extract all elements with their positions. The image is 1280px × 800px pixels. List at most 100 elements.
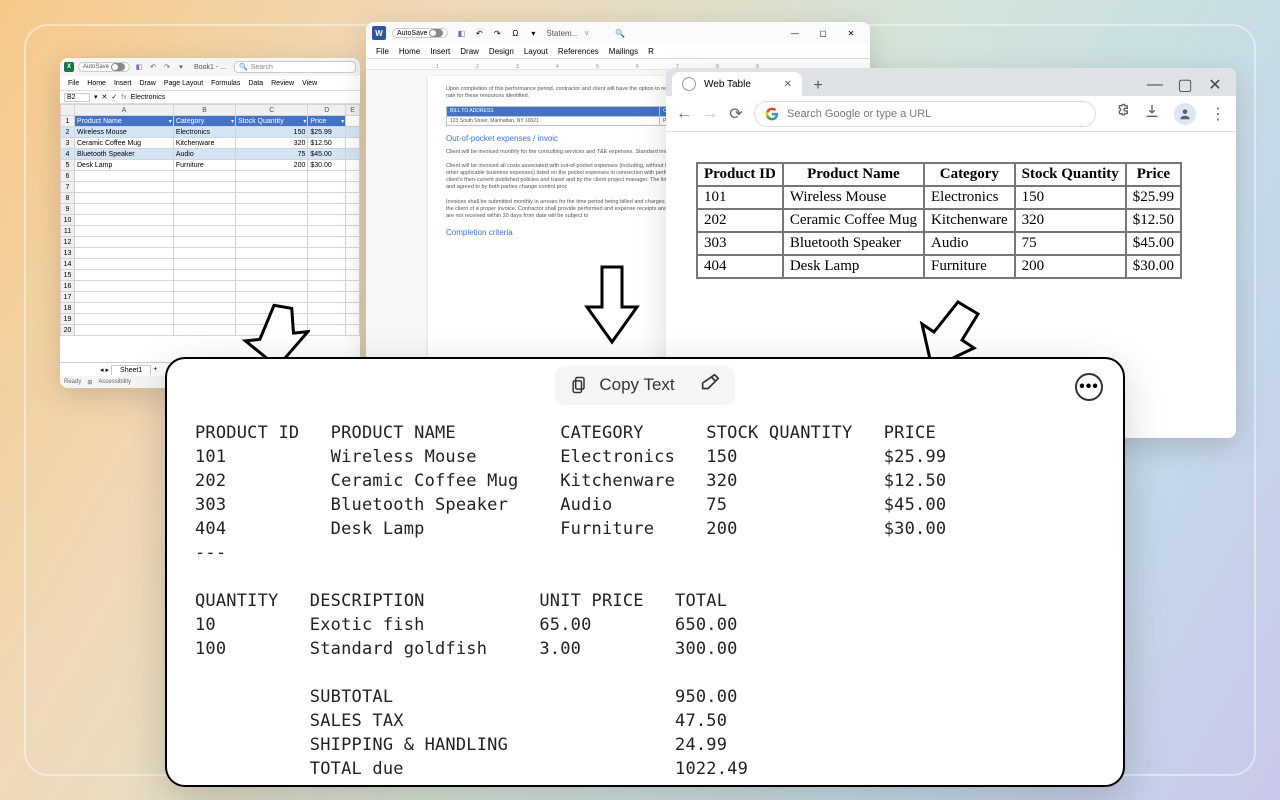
close-tab-icon[interactable]: ✕ bbox=[784, 79, 792, 90]
sheet-tab[interactable]: Sheet1 bbox=[111, 365, 151, 375]
dropdown-icon[interactable]: ▾ bbox=[94, 93, 98, 101]
spreadsheet-grid[interactable]: ABCDE 1 Product Name Category Stock Quan… bbox=[60, 104, 360, 336]
svg-text:4: 4 bbox=[556, 64, 559, 70]
search-icon[interactable]: 🔍 bbox=[615, 29, 625, 38]
undo-icon[interactable]: ↶ bbox=[472, 26, 486, 40]
ribbon-tab[interactable]: Review bbox=[271, 80, 294, 87]
dropdown-icon[interactable]: ▾ bbox=[526, 26, 540, 40]
check-icon[interactable]: ✓ bbox=[111, 93, 117, 101]
table-cell: 303 bbox=[697, 232, 783, 255]
extracted-text[interactable]: PRODUCT ID PRODUCT NAME CATEGORY STOCK Q… bbox=[167, 411, 1123, 781]
redo-icon[interactable]: ↷ bbox=[162, 62, 172, 72]
maximize-icon[interactable]: ▢ bbox=[810, 24, 836, 42]
next-sheet-icon[interactable]: ▸ bbox=[106, 366, 110, 374]
autosave-toggle[interactable]: AutoSave bbox=[392, 28, 448, 38]
menu-icon[interactable]: ⋮ bbox=[1210, 104, 1226, 124]
table-row: 404Desk LampFurniture200$30.00 bbox=[697, 255, 1181, 278]
profile-avatar-icon[interactable] bbox=[1174, 103, 1196, 125]
copy-text-button[interactable]: Copy Text bbox=[555, 366, 734, 405]
ribbon-tab[interactable]: Draw bbox=[460, 47, 479, 56]
excel-titlebar: X AutoSave ◧ ↶ ↷ ▾ Book1 - ... 🔍 Search bbox=[60, 58, 360, 76]
omega-icon[interactable]: Ω bbox=[508, 26, 522, 40]
ribbon-tab[interactable]: File bbox=[68, 80, 79, 87]
save-icon[interactable]: ◧ bbox=[454, 26, 468, 40]
cancel-icon[interactable]: ✕ bbox=[102, 93, 108, 101]
table-cell: Desk Lamp bbox=[783, 255, 924, 278]
autosave-label: AutoSave bbox=[397, 30, 427, 37]
page-icon bbox=[682, 77, 696, 91]
table-cell: 123 South Street, Manhattan, NY 10021 bbox=[447, 116, 660, 126]
close-icon[interactable]: ✕ bbox=[1200, 74, 1230, 96]
svg-text:6: 6 bbox=[636, 64, 639, 70]
formula-bar: B2 ▾ ✕ ✓ fx Electronics bbox=[60, 90, 360, 104]
table-cell: 200 bbox=[1015, 255, 1126, 278]
extensions-icon[interactable] bbox=[1114, 103, 1130, 124]
ribbon-tab[interactable]: Layout bbox=[524, 47, 548, 56]
ribbon-tab[interactable]: Mailings bbox=[609, 47, 638, 56]
quick-access-toolbar: ◧ ↶ ↷ Ω ▾ bbox=[454, 26, 540, 40]
svg-text:2: 2 bbox=[476, 64, 479, 70]
fx-icon[interactable]: fx bbox=[121, 94, 126, 101]
dropdown-icon[interactable]: ▾ bbox=[176, 62, 186, 72]
maximize-icon[interactable]: ▢ bbox=[1170, 74, 1200, 96]
ribbon-tab[interactable]: Draw bbox=[139, 80, 155, 87]
google-logo-icon bbox=[765, 107, 779, 121]
quick-access-toolbar: ◧ ↶ ↷ ▾ bbox=[134, 62, 186, 72]
table-cell: 150 bbox=[1015, 186, 1126, 209]
ribbon-tab[interactable]: Page Layout bbox=[164, 80, 203, 87]
formula-input[interactable]: Electronics bbox=[131, 94, 356, 101]
minimize-icon[interactable]: — bbox=[1140, 74, 1170, 96]
ribbon-tab[interactable]: Design bbox=[489, 47, 514, 56]
table-cell: 75 bbox=[1015, 232, 1126, 255]
save-icon[interactable]: ◧ bbox=[134, 62, 144, 72]
ribbon-tab[interactable]: Insert bbox=[430, 47, 450, 56]
search-input[interactable]: 🔍 Search bbox=[234, 61, 356, 73]
forward-icon[interactable]: → bbox=[702, 106, 718, 122]
ribbon-tab[interactable]: Insert bbox=[114, 80, 132, 87]
ribbon-tab[interactable]: View bbox=[302, 80, 317, 87]
download-icon[interactable] bbox=[1144, 103, 1160, 124]
clipboard-icon bbox=[569, 375, 589, 395]
eraser-icon[interactable] bbox=[699, 372, 721, 399]
close-icon[interactable]: ✕ bbox=[838, 24, 864, 42]
accessibility-icon[interactable]: ⊞ bbox=[87, 379, 92, 386]
table-header: Stock Quantity bbox=[1015, 163, 1126, 186]
table-cell: Bluetooth Speaker bbox=[783, 232, 924, 255]
browser-tab[interactable]: Web Table ✕ bbox=[672, 72, 802, 96]
name-box[interactable]: B2 bbox=[64, 93, 90, 102]
browser-tabbar: Web Table ✕ + — ▢ ✕ bbox=[666, 68, 1236, 96]
table-header: BILL TO ADDRESS bbox=[447, 107, 660, 117]
col-header[interactable]: Category bbox=[173, 116, 235, 127]
ribbon-tab[interactable]: Data bbox=[248, 80, 263, 87]
svg-text:1: 1 bbox=[436, 64, 439, 70]
table-cell: Wireless Mouse bbox=[783, 186, 924, 209]
minimize-icon[interactable]: — bbox=[782, 24, 808, 42]
col-header[interactable]: Price bbox=[308, 116, 346, 127]
address-bar[interactable]: Search Google or type a URL bbox=[754, 101, 1096, 127]
more-actions-button[interactable]: ••• bbox=[1075, 373, 1103, 401]
redo-icon[interactable]: ↷ bbox=[490, 26, 504, 40]
ribbon-tab[interactable]: Home bbox=[399, 47, 420, 56]
table-cell: 404 bbox=[697, 255, 783, 278]
dropdown-icon[interactable]: ˅ bbox=[584, 29, 589, 38]
table-cell: $25.99 bbox=[1126, 186, 1181, 209]
table-header: Product Name bbox=[783, 163, 924, 186]
col-header[interactable]: Product Name bbox=[75, 116, 174, 127]
new-tab-button[interactable]: + bbox=[808, 76, 828, 96]
autosave-toggle[interactable]: AutoSave bbox=[78, 62, 130, 72]
reload-icon[interactable]: ⟳ bbox=[728, 106, 744, 122]
ribbon-tab[interactable]: Formulas bbox=[211, 80, 240, 87]
add-sheet-icon[interactable]: + bbox=[153, 366, 157, 373]
ribbon-tab[interactable]: R bbox=[648, 47, 654, 56]
search-placeholder: Search bbox=[251, 64, 273, 71]
undo-icon[interactable]: ↶ bbox=[148, 62, 158, 72]
prev-sheet-icon[interactable]: ◂ bbox=[100, 366, 104, 374]
ribbon-tab[interactable]: Home bbox=[87, 80, 106, 87]
col-header[interactable]: Stock Quantity bbox=[236, 116, 308, 127]
ribbon-tab[interactable]: References bbox=[558, 47, 599, 56]
omnibox-placeholder: Search Google or type a URL bbox=[787, 108, 931, 120]
back-icon[interactable]: ← bbox=[676, 106, 692, 122]
ribbon-tab[interactable]: File bbox=[376, 47, 389, 56]
document-name: Book1 - ... bbox=[194, 64, 226, 71]
more-horizontal-icon: ••• bbox=[1079, 378, 1099, 396]
